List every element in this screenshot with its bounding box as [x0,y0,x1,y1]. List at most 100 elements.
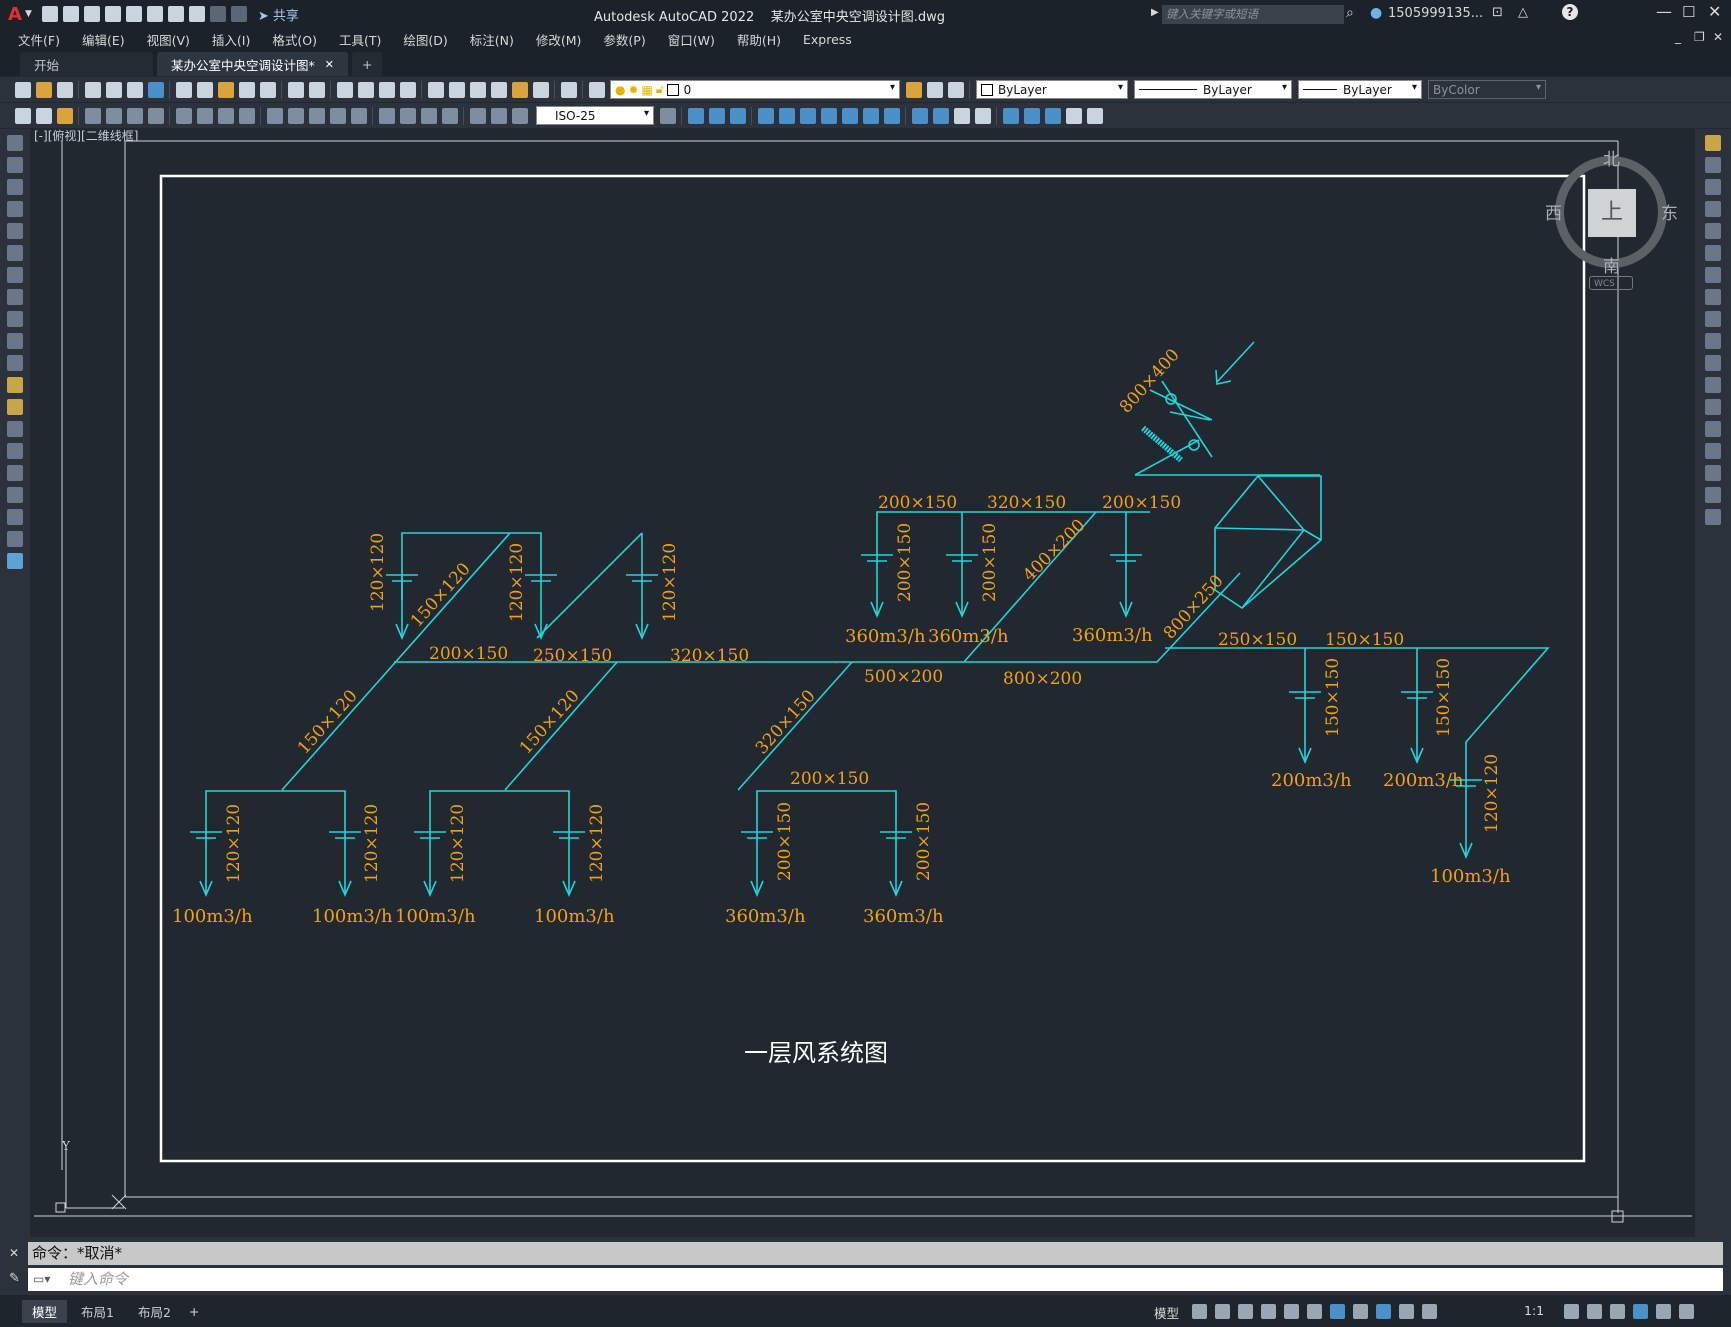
tolerance-icon[interactable] [378,107,395,124]
layout-tab-1[interactable]: 布局1 [71,1300,124,1323]
tool-icon[interactable] [974,107,991,124]
color-dropdown[interactable]: ByLayer ▾ [976,80,1128,99]
circle-icon[interactable] [7,267,23,283]
tool-icon[interactable] [932,107,949,124]
customize-icon[interactable]: ✎ [9,1271,20,1286]
layout-tab-2[interactable]: 布局2 [128,1300,181,1323]
match-prop-icon[interactable] [238,81,255,98]
tool-icon[interactable] [1023,107,1040,124]
center-mark-icon[interactable] [399,107,416,124]
doc-restore-icon[interactable]: ❐ [1694,30,1705,44]
dim-arc-icon[interactable] [126,107,143,124]
blend-icon[interactable] [1705,487,1721,503]
menu-express[interactable]: Express [803,32,852,47]
line-icon[interactable] [7,135,23,151]
tool-icon[interactable] [911,107,928,124]
layer-states-icon[interactable] [947,81,964,98]
menu-insert[interactable]: 插入(I) [212,30,250,49]
mirror-icon[interactable] [1705,179,1721,195]
zoom-previous-icon[interactable] [399,81,416,98]
revcloud-icon[interactable] [7,289,23,305]
auto-scale-icon[interactable] [1399,1304,1414,1319]
doc-minimize-icon[interactable]: _ [1675,30,1681,44]
move-icon[interactable] [1705,245,1721,261]
offset-icon[interactable] [1705,201,1721,217]
plot-icon[interactable] [168,6,185,22]
tool-icon[interactable] [1044,107,1061,124]
cut-icon[interactable] [175,81,192,98]
close-icon[interactable]: ✕ [1708,2,1721,21]
preview-icon[interactable] [105,81,122,98]
tool-icon[interactable] [778,107,795,124]
dim-jogged-icon[interactable] [196,107,213,124]
selection-cycling-icon[interactable] [1330,1304,1345,1319]
polygon-icon[interactable] [7,201,23,217]
minimize-icon[interactable]: — [1656,2,1672,21]
tool-icon[interactable] [1002,107,1019,124]
explode-icon[interactable] [1705,509,1721,525]
doc-close-icon[interactable]: ✕ [1713,30,1723,44]
array-icon[interactable] [1705,223,1721,239]
dim-ordinate-icon[interactable] [147,107,164,124]
dim-edit-icon[interactable] [469,107,486,124]
viewcube-top-face[interactable]: 上 [1588,189,1636,237]
command-prompt-icon[interactable]: ▭▾ [33,1272,50,1286]
break-icon[interactable] [1705,399,1721,415]
lineweight-icon[interactable] [1353,1304,1368,1319]
annotation-scale-icon[interactable] [1422,1304,1437,1319]
isolate-icon[interactable] [1610,1304,1625,1319]
mtext-icon[interactable] [7,531,23,547]
save-icon[interactable] [56,81,73,98]
block-editor-icon[interactable] [259,81,276,98]
plot-icon[interactable] [84,81,101,98]
publish-icon[interactable] [126,81,143,98]
menu-window[interactable]: 窗口(W) [668,30,715,49]
isodraft-icon[interactable] [1307,1304,1322,1319]
help-icon[interactable] [560,81,577,98]
table-icon[interactable] [7,509,23,525]
menu-edit[interactable]: 编辑(E) [82,30,125,49]
markup-icon[interactable] [511,81,528,98]
tool-icon[interactable] [820,107,837,124]
3d-print-icon[interactable] [147,81,164,98]
plus-icon[interactable] [1587,1304,1602,1319]
dim-continue-icon[interactable] [308,107,325,124]
design-center-icon[interactable] [448,81,465,98]
viewcube-north[interactable]: 北 [1603,145,1620,170]
drawing-canvas[interactable]: [-][俯视][二维线框] Y 120×120 150×120 120×120 … [30,129,1695,1237]
layer-properties-icon[interactable] [588,81,605,98]
autodesk-apps-icon[interactable]: △ [1518,5,1528,20]
undo-icon[interactable] [189,6,206,22]
menu-view[interactable]: 视图(V) [147,30,190,49]
dim-radius-icon[interactable] [175,107,192,124]
copy-object-icon[interactable] [1705,157,1721,173]
erase-icon[interactable] [1705,135,1721,151]
chamfer-icon[interactable] [1705,443,1721,459]
dim-space-icon[interactable] [329,107,346,124]
open-web-icon[interactable] [126,6,143,22]
inspection-icon[interactable] [420,107,437,124]
tool-icon[interactable] [687,107,704,124]
menu-file[interactable]: 文件(F) [18,30,60,49]
calculator-icon[interactable] [532,81,549,98]
sheet-set-icon[interactable] [490,81,507,98]
menu-format[interactable]: 格式(O) [272,30,317,49]
tool-icon[interactable] [1086,107,1103,124]
jogged-linear-icon[interactable] [441,107,458,124]
customize-menu-icon[interactable] [1679,1304,1694,1319]
open-file-icon[interactable] [63,6,80,22]
dimstyle-dropdown[interactable]: ISO-25 ▾ [536,106,654,125]
dim-diameter-icon[interactable] [217,107,234,124]
make-block-icon[interactable] [7,399,23,415]
extend-icon[interactable] [1705,355,1721,371]
cart-icon[interactable]: ⊡ [1492,5,1503,20]
properties-icon[interactable] [427,81,444,98]
copy-icon[interactable] [196,81,213,98]
user-icon[interactable]: ● [1370,5,1382,21]
save-web-icon[interactable] [147,6,164,22]
menu-modify[interactable]: 修改(M) [536,30,582,49]
tool-icon[interactable] [708,107,725,124]
autocad-logo-icon[interactable]: A [8,4,22,25]
tool-icon[interactable] [862,107,879,124]
annotation-scale-value[interactable]: 1:1 [1524,1303,1544,1318]
